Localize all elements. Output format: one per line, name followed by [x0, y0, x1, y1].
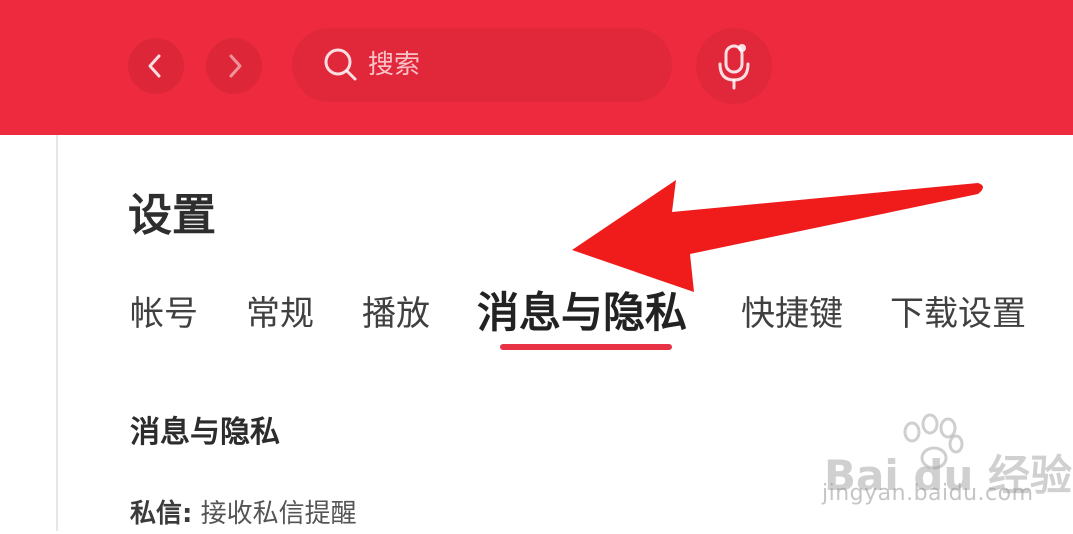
tab-download-settings[interactable]: 下载设置	[890, 288, 1026, 340]
forward-icon	[229, 54, 242, 78]
setting-label: 私信:	[130, 499, 193, 529]
forward-button[interactable]	[206, 38, 262, 94]
tab-messages-privacy[interactable]: 消息与隐私	[477, 284, 687, 342]
search-input[interactable]: 搜索	[368, 48, 420, 82]
page-title: 设置	[128, 190, 216, 241]
tab-general[interactable]: 常规	[246, 288, 314, 340]
tab-shortcuts[interactable]: 快捷键	[741, 288, 843, 340]
tab-playback[interactable]: 播放	[362, 288, 430, 340]
section-title: 消息与隐私	[130, 415, 280, 450]
setting-row-private-message: 私信: 接收私信提醒	[130, 494, 357, 534]
tab-account[interactable]: 帐号	[130, 288, 198, 340]
watermark-url: jingyan.baidu.com	[822, 481, 1034, 506]
setting-option-receive-reminder[interactable]: 接收私信提醒	[201, 499, 357, 529]
search-box[interactable]: 搜索	[292, 28, 672, 102]
voice-search-button[interactable]	[696, 28, 772, 104]
search-icon	[324, 48, 357, 81]
microphone-icon	[718, 44, 750, 90]
active-tab-indicator	[500, 344, 672, 350]
content-divider	[56, 135, 58, 531]
back-icon	[148, 54, 161, 78]
top-header-bar: 搜索	[0, 0, 1073, 135]
back-button[interactable]	[128, 38, 184, 94]
